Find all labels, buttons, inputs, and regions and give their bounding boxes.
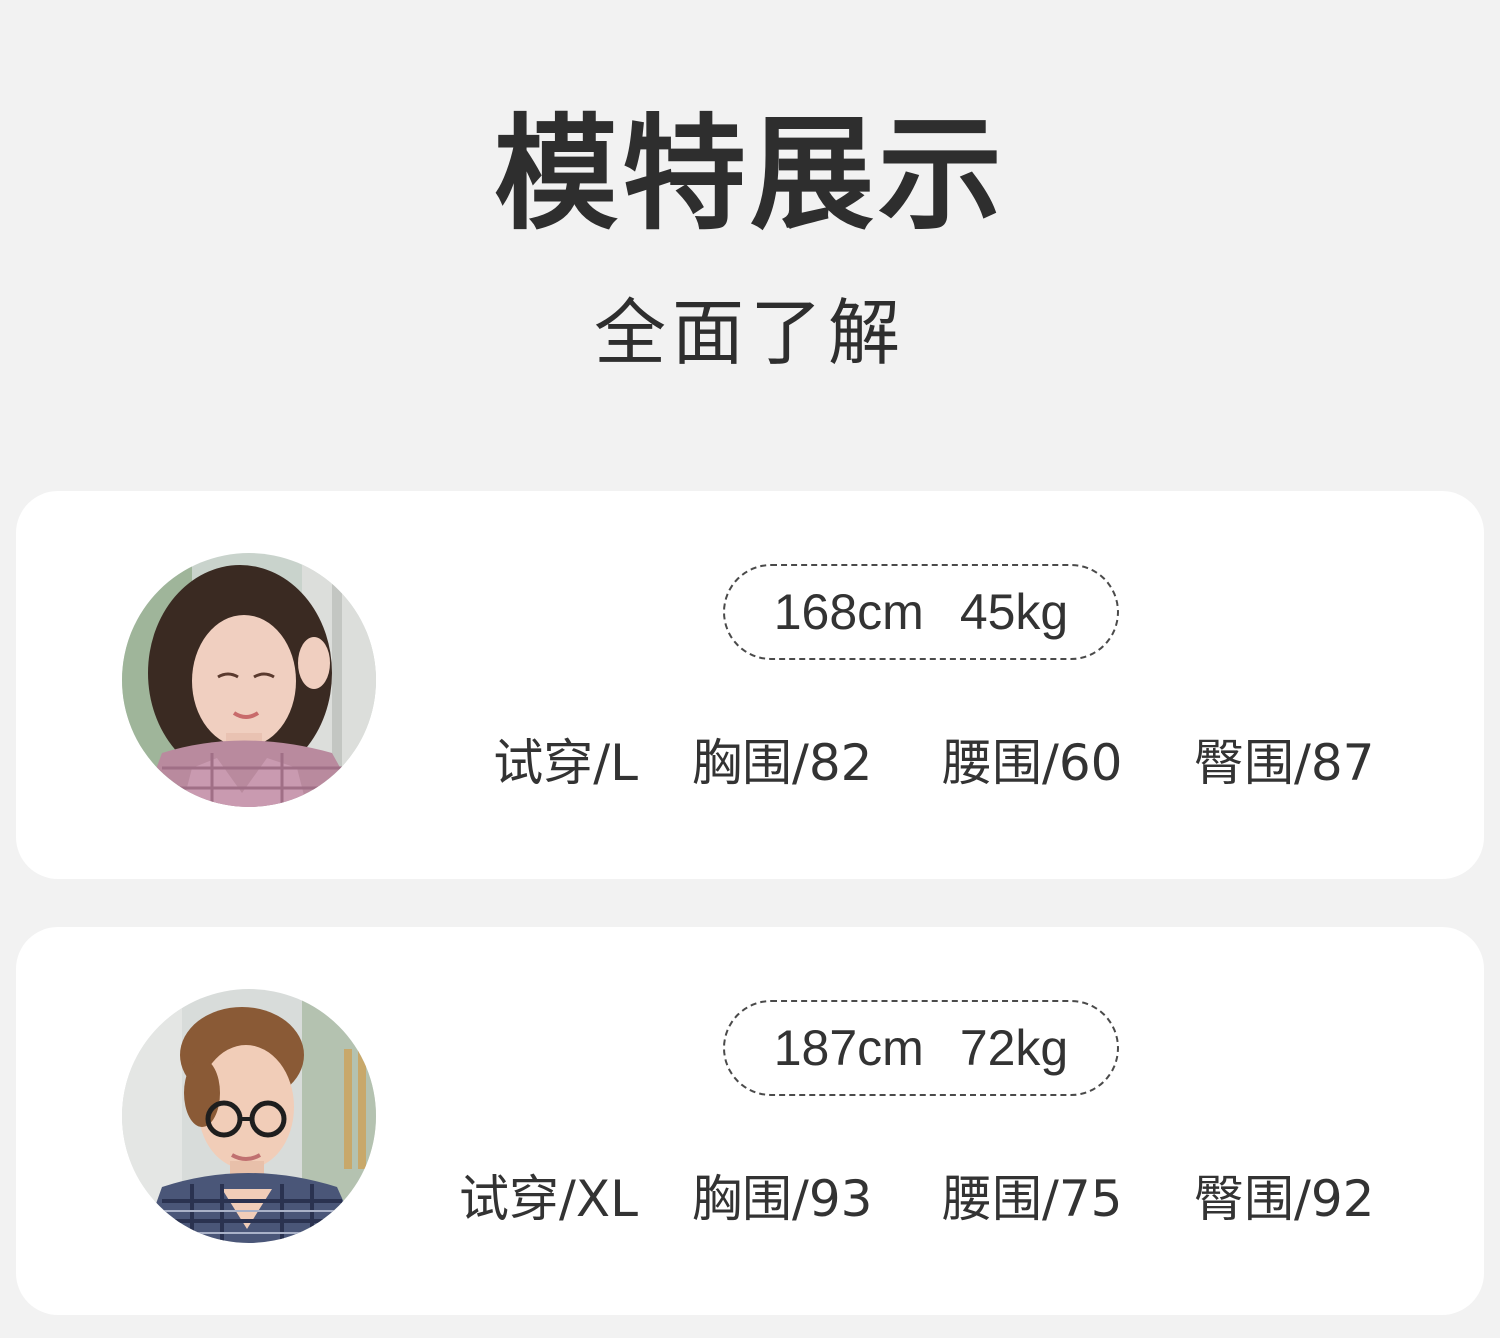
height-weight-badge: 187cm 72kg: [723, 1000, 1119, 1096]
model-card: 187cm 72kg 试穿/XL 胸围/93 腰围/75 臀围/92: [16, 927, 1484, 1315]
model-avatar: [122, 989, 376, 1243]
model-weight: 72kg: [959, 1020, 1069, 1076]
try-size: 试穿/XL: [459, 1170, 638, 1228]
height-weight-badge: 168cm 45kg: [723, 564, 1119, 660]
waist-measure: 腰围/75: [942, 1170, 1123, 1228]
hip-measure: 臀围/87: [1194, 734, 1375, 792]
model-height: 187cm: [773, 1020, 924, 1076]
page-subtitle: 全面了解: [593, 291, 906, 375]
model-card: 168cm 45kg 试穿/L 胸围/82 腰围/60 臀围/87: [16, 491, 1484, 879]
hip-measure: 臀围/92: [1194, 1170, 1375, 1228]
waist-measure: 腰围/60: [942, 734, 1123, 792]
model-weight: 45kg: [959, 584, 1069, 640]
chest-measure: 胸围/82: [692, 734, 873, 792]
model-height: 168cm: [773, 584, 924, 640]
page-title: 模特展示: [493, 103, 1006, 247]
chest-measure: 胸围/93: [692, 1170, 873, 1228]
model-avatar: [122, 553, 376, 807]
try-size: 试穿/L: [493, 734, 638, 792]
